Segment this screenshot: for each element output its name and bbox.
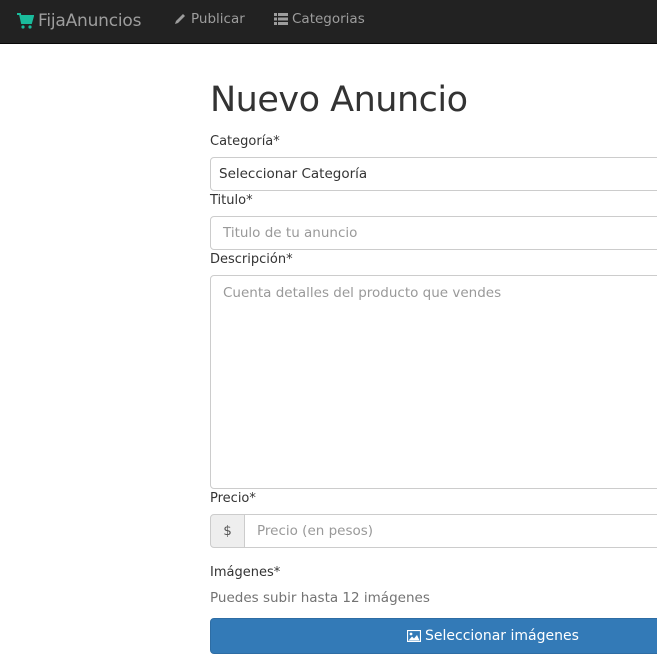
required-mark: * — [246, 193, 253, 208]
list-icon — [274, 13, 288, 25]
currency-addon: $ — [210, 514, 245, 548]
nav-categorias[interactable]: Categorias — [274, 9, 365, 29]
select-images-label: Seleccionar imágenes — [425, 628, 579, 644]
nav-publicar[interactable]: Publicar — [173, 9, 245, 29]
shopping-cart-icon — [17, 13, 34, 29]
titulo-label: Titulo* — [210, 193, 253, 208]
top-navbar: FijaAnuncios Publicar Categorias — [0, 0, 657, 44]
pencil-icon — [175, 14, 185, 24]
precio-label: Precio* — [210, 491, 256, 506]
precio-input-group: $ Precio (en pesos) — [210, 514, 657, 548]
titulo-placeholder: Titulo de tu anuncio — [223, 225, 358, 241]
brand-name: FijaAnuncios — [38, 11, 142, 31]
nav-publicar-label: Publicar — [191, 11, 245, 27]
page-title: Nuevo Anuncio — [210, 80, 468, 120]
descripcion-label: Descripción* — [210, 252, 293, 267]
categoria-select[interactable]: Seleccionar Categoría — [210, 157, 657, 191]
required-mark: * — [249, 491, 256, 506]
brand-link[interactable]: FijaAnuncios — [16, 9, 141, 33]
descripcion-placeholder: Cuenta detalles del producto que vendes — [223, 285, 502, 301]
titulo-input[interactable]: Titulo de tu anuncio — [210, 216, 657, 250]
precio-placeholder: Precio (en pesos) — [257, 523, 374, 539]
imagenes-label: Imágenes* — [210, 565, 281, 580]
categoria-select-value: Seleccionar Categoría — [219, 166, 368, 182]
categoria-label: Categoría* — [210, 134, 280, 149]
required-mark: * — [273, 134, 280, 149]
descripcion-textarea[interactable]: Cuenta detalles del producto que vendes — [210, 275, 657, 489]
imagenes-help-text: Puedes subir hasta 12 imágenes — [210, 590, 430, 606]
nav-categorias-label: Categorias — [292, 11, 365, 27]
precio-input[interactable]: Precio (en pesos) — [244, 514, 657, 548]
image-icon — [407, 630, 421, 642]
required-mark: * — [273, 565, 281, 580]
select-images-button[interactable]: Seleccionar imágenes — [210, 618, 657, 654]
required-mark: * — [286, 252, 293, 267]
